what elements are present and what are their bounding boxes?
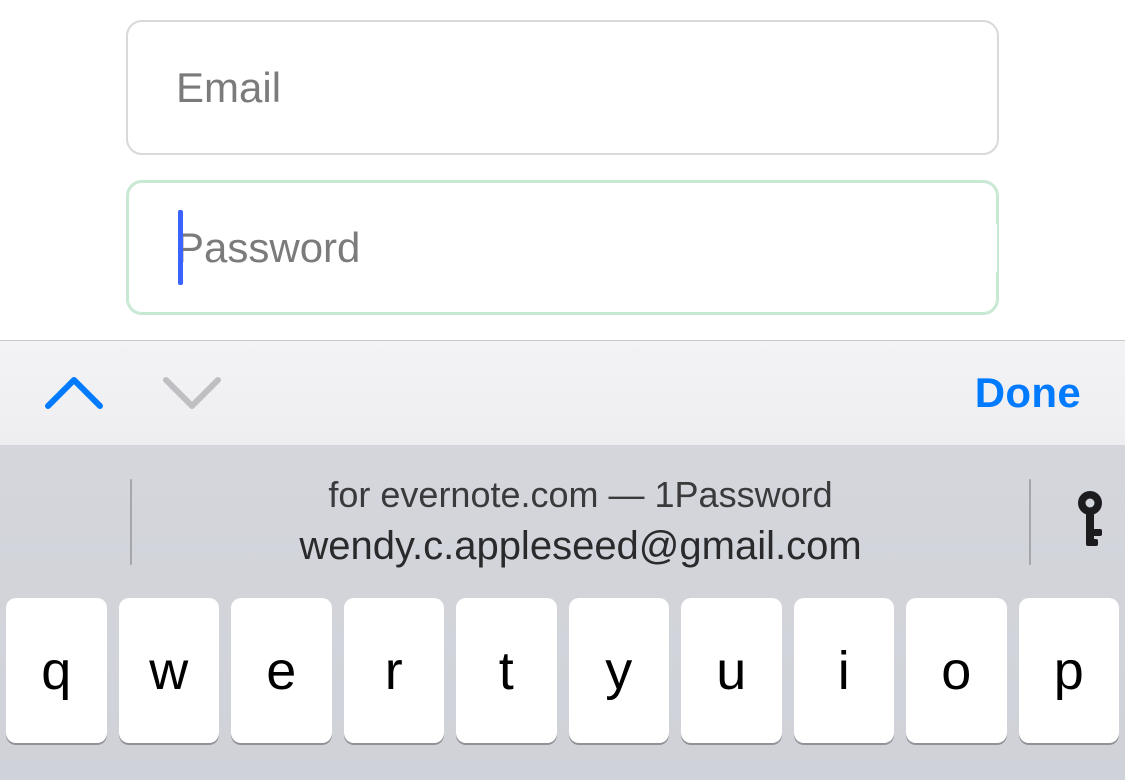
key-e[interactable]: e [231, 598, 332, 743]
divider [1029, 479, 1031, 565]
key-p[interactable]: p [1019, 598, 1120, 743]
autofill-suggestion-row: for evernote.com — 1Password wendy.c.app… [0, 445, 1125, 598]
key-w[interactable]: w [119, 598, 220, 743]
keyboard-accessory-bar: Done [0, 340, 1125, 445]
keyboard-row-1: q w e r t y u i o p [0, 598, 1125, 743]
login-form [0, 0, 1125, 340]
autofill-suggestion[interactable]: for evernote.com — 1Password wendy.c.app… [132, 474, 1029, 569]
done-button[interactable]: Done [975, 369, 1081, 417]
key-q[interactable]: q [6, 598, 107, 743]
autofill-account-label: wendy.c.appleseed@gmail.com [299, 524, 861, 569]
key-t[interactable]: t [456, 598, 557, 743]
on-screen-keyboard: for evernote.com — 1Password wendy.c.app… [0, 445, 1125, 780]
key-icon [1070, 489, 1110, 554]
previous-field-button[interactable] [44, 374, 104, 412]
password-field-container[interactable] [126, 180, 999, 315]
key-o[interactable]: o [906, 598, 1007, 743]
text-caret [178, 210, 183, 285]
key-y[interactable]: y [569, 598, 670, 743]
next-field-button[interactable] [162, 374, 222, 412]
password-manager-button[interactable] [1055, 489, 1125, 554]
field-navigation [44, 374, 222, 412]
key-r[interactable]: r [344, 598, 445, 743]
key-u[interactable]: u [681, 598, 782, 743]
key-i[interactable]: i [794, 598, 895, 743]
email-field-container[interactable] [126, 20, 999, 155]
autofill-context-label: for evernote.com — 1Password [328, 474, 832, 516]
email-input[interactable] [176, 64, 997, 112]
password-input[interactable] [176, 224, 997, 272]
